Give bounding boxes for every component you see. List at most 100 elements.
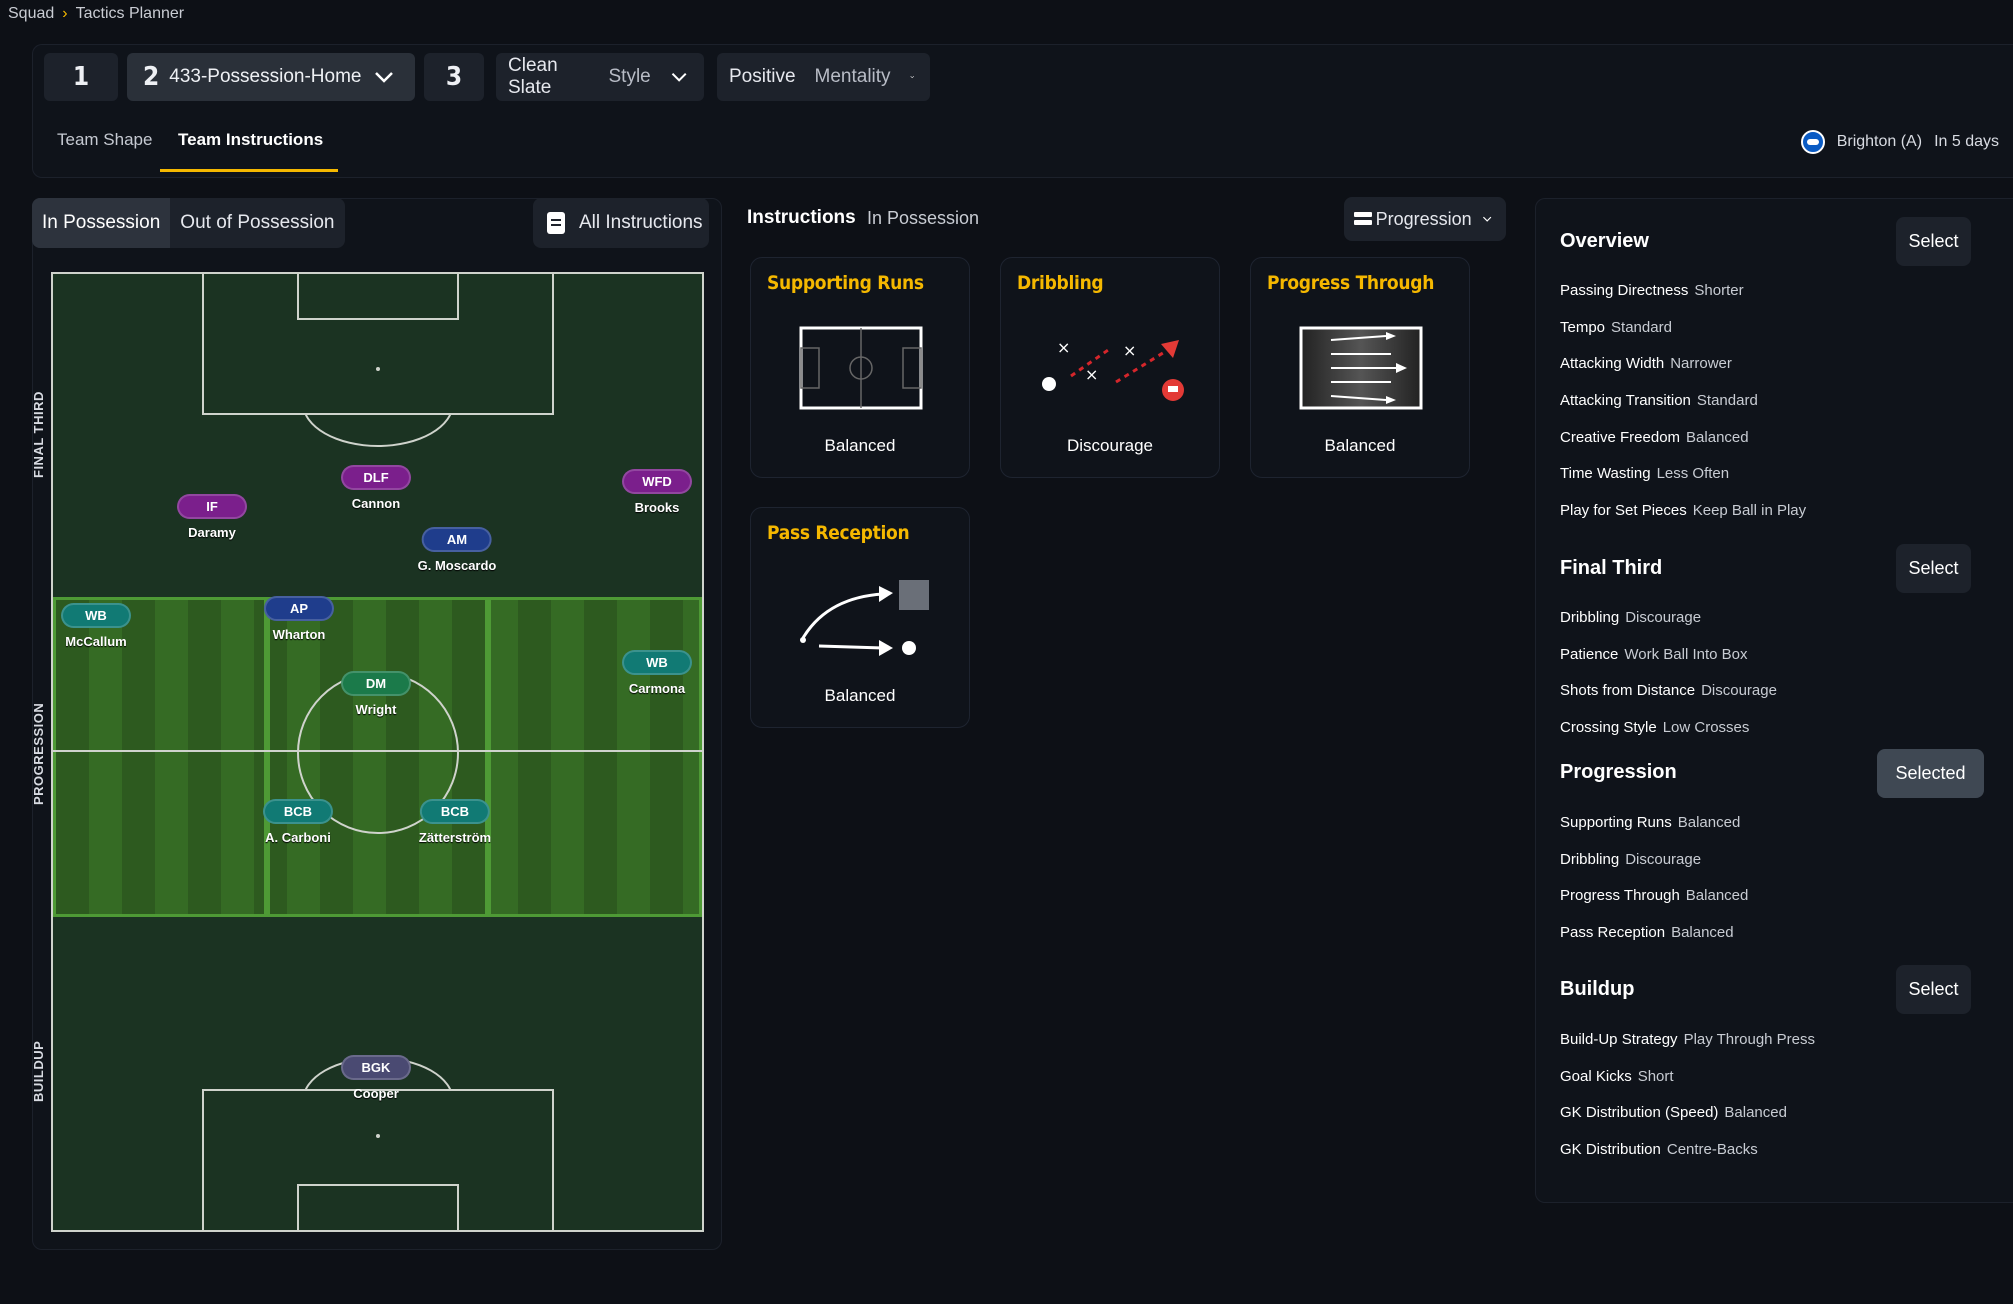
player-chip-carmona[interactable]: WB Carmona xyxy=(622,650,692,696)
overview-row: Play for Set Pieces Keep Ball in Play xyxy=(1560,502,1806,519)
progression-row: Progress Through Balanced xyxy=(1560,887,1748,904)
next-fixture[interactable]: Brighton (A) In 5 days xyxy=(1800,130,1999,154)
final-third-row: Crossing Style Low Crosses xyxy=(1560,719,1749,736)
chevron-down-icon xyxy=(909,76,914,79)
zone-label-final-third: FINAL THIRD xyxy=(31,391,46,478)
phase-filter-dropdown[interactable]: Progression xyxy=(1344,197,1506,241)
tab-team-shape[interactable]: Team Shape xyxy=(57,130,152,150)
buildup-select-button[interactable]: Select xyxy=(1896,965,1971,1014)
row-value: Play Through Press xyxy=(1683,1031,1816,1048)
row-key: Passing Directness xyxy=(1560,282,1689,299)
instruction-card-supporting-runs[interactable]: Supporting Runs Balanced xyxy=(750,257,970,478)
player-chip-wright[interactable]: DM Wright xyxy=(341,671,411,717)
buildup-title: Buildup xyxy=(1560,978,1635,1000)
style-value: Clean Slate xyxy=(508,55,558,98)
svg-text:×: × xyxy=(1123,341,1136,360)
layers-icon xyxy=(1354,212,1372,226)
tactic-slot-1[interactable]: 1 xyxy=(44,53,118,101)
mentality-dropdown[interactable]: Positive Mentality xyxy=(717,53,930,101)
tactic-slot-1-number: 1 xyxy=(72,62,90,92)
row-key: Dribbling xyxy=(1560,851,1620,868)
player-name: G. Moscardo xyxy=(417,558,497,573)
row-key: Creative Freedom xyxy=(1560,429,1681,446)
row-value: Standard xyxy=(1696,392,1758,409)
player-chip-cooper[interactable]: BGK Cooper xyxy=(341,1055,411,1101)
player-name: McCallum xyxy=(65,634,127,649)
player-role: WB xyxy=(61,603,131,628)
overview-row: Creative Freedom Balanced xyxy=(1560,429,1749,446)
row-value: Keep Ball in Play xyxy=(1692,502,1807,519)
player-chip-mccallum[interactable]: WB McCallum xyxy=(61,603,131,649)
progression-row: Supporting Runs Balanced xyxy=(1560,814,1740,831)
final-third-row: Patience Work Ball Into Box xyxy=(1560,646,1747,663)
chevron-down-icon xyxy=(671,72,687,82)
active-tab-indicator xyxy=(160,169,338,172)
row-key: GK Distribution (Speed) xyxy=(1560,1104,1719,1121)
row-key: Patience xyxy=(1560,646,1619,663)
progression-row: Pass Reception Balanced xyxy=(1560,924,1734,941)
club-crest-icon xyxy=(1800,130,1825,154)
in-possession-toggle[interactable]: In Possession xyxy=(32,198,171,248)
overview-panel xyxy=(1535,198,2013,1203)
row-value: Balanced xyxy=(1686,429,1749,446)
buildup-row: Build-Up Strategy Play Through Press xyxy=(1560,1031,1815,1048)
player-name: Wright xyxy=(355,702,397,717)
player-name: A. Carboni xyxy=(265,830,331,845)
player-role: DM xyxy=(341,671,411,696)
all-instructions-button[interactable]: All Instructions xyxy=(533,198,709,248)
six-yard-box-bottom xyxy=(297,1184,459,1230)
overview-row: Tempo Standard xyxy=(1560,319,1672,336)
instructions-title: Instructions xyxy=(747,207,856,228)
overview-row: Attacking Transition Standard xyxy=(1560,392,1758,409)
overview-select-button[interactable]: Select xyxy=(1896,217,1971,266)
player-role: WFD xyxy=(622,469,692,494)
tactic-slot-3[interactable]: 3 xyxy=(424,53,484,101)
row-key: Play for Set Pieces xyxy=(1560,502,1687,519)
instructions-subtitle: In Possession xyxy=(867,208,980,228)
svg-text:×: × xyxy=(1057,338,1070,357)
final-third-row: Shots from Distance Discourage xyxy=(1560,682,1777,699)
card-value: Balanced xyxy=(824,436,896,455)
instruction-card-pass-reception[interactable]: Pass Reception Balanced xyxy=(750,507,970,728)
fixture-opponent: Brighton (A) xyxy=(1836,133,1923,150)
final-third-select-button[interactable]: Select xyxy=(1896,544,1971,593)
player-name: Carmona xyxy=(628,681,686,696)
player-chip-moscardo[interactable]: AM G. Moscardo xyxy=(417,527,497,573)
player-chip-zatterstrom[interactable]: BCB Zätterström xyxy=(419,799,491,845)
row-value: Standard xyxy=(1611,319,1672,336)
row-key: Shots from Distance xyxy=(1560,682,1696,699)
fixture-when: In 5 days xyxy=(1934,133,1999,150)
style-dropdown[interactable]: Clean Slate Style xyxy=(496,53,704,101)
out-of-possession-toggle[interactable]: Out of Possession xyxy=(170,198,344,248)
style-label: Style xyxy=(608,66,651,87)
row-value: Work Ball Into Box xyxy=(1624,646,1748,663)
mentality-label: Mentality xyxy=(814,66,891,87)
player-chip-cannon[interactable]: DLF Cannon xyxy=(341,465,411,511)
row-value: Balanced xyxy=(1724,1104,1787,1121)
all-instructions-label: All Instructions xyxy=(579,212,703,233)
dribble-discourage-icon: × × × xyxy=(1042,338,1184,401)
row-value: Discourage xyxy=(1701,682,1777,699)
player-chip-daramy[interactable]: IF Daramy xyxy=(177,494,247,540)
zone-divider xyxy=(264,597,270,917)
phase-toggle: In Possession Out of Possession xyxy=(32,198,345,248)
instruction-card-dribbling[interactable]: Dribbling × × × Discourage xyxy=(1000,257,1220,478)
card-title: Pass Reception xyxy=(767,522,910,544)
tactic-slot-2-dropdown[interactable]: 2 433-Possession-Home xyxy=(127,53,415,101)
buildup-row: GK Distribution Centre-Backs xyxy=(1560,1141,1758,1158)
instruction-card-progress-through[interactable]: Progress Through Balanced xyxy=(1250,257,1470,478)
phase-filter-value: Progression xyxy=(1375,208,1472,229)
progression-title: Progression xyxy=(1560,761,1677,783)
player-chip-carboni[interactable]: BCB A. Carboni xyxy=(263,799,333,845)
player-name: Cannon xyxy=(351,496,401,511)
progression-selected-button[interactable]: Selected xyxy=(1877,749,1984,798)
player-chip-wharton[interactable]: AP Wharton xyxy=(264,596,334,642)
breadcrumb-root[interactable]: Squad xyxy=(8,5,54,23)
player-chip-brooks[interactable]: WFD Brooks xyxy=(622,469,692,515)
checklist-icon xyxy=(547,212,565,234)
tab-team-instructions[interactable]: Team Instructions xyxy=(178,130,323,150)
row-value: Centre-Backs xyxy=(1666,1141,1758,1158)
row-value: Discourage xyxy=(1625,609,1702,626)
mentality-value: Positive xyxy=(729,66,796,87)
overview-title: Overview xyxy=(1560,230,1649,252)
